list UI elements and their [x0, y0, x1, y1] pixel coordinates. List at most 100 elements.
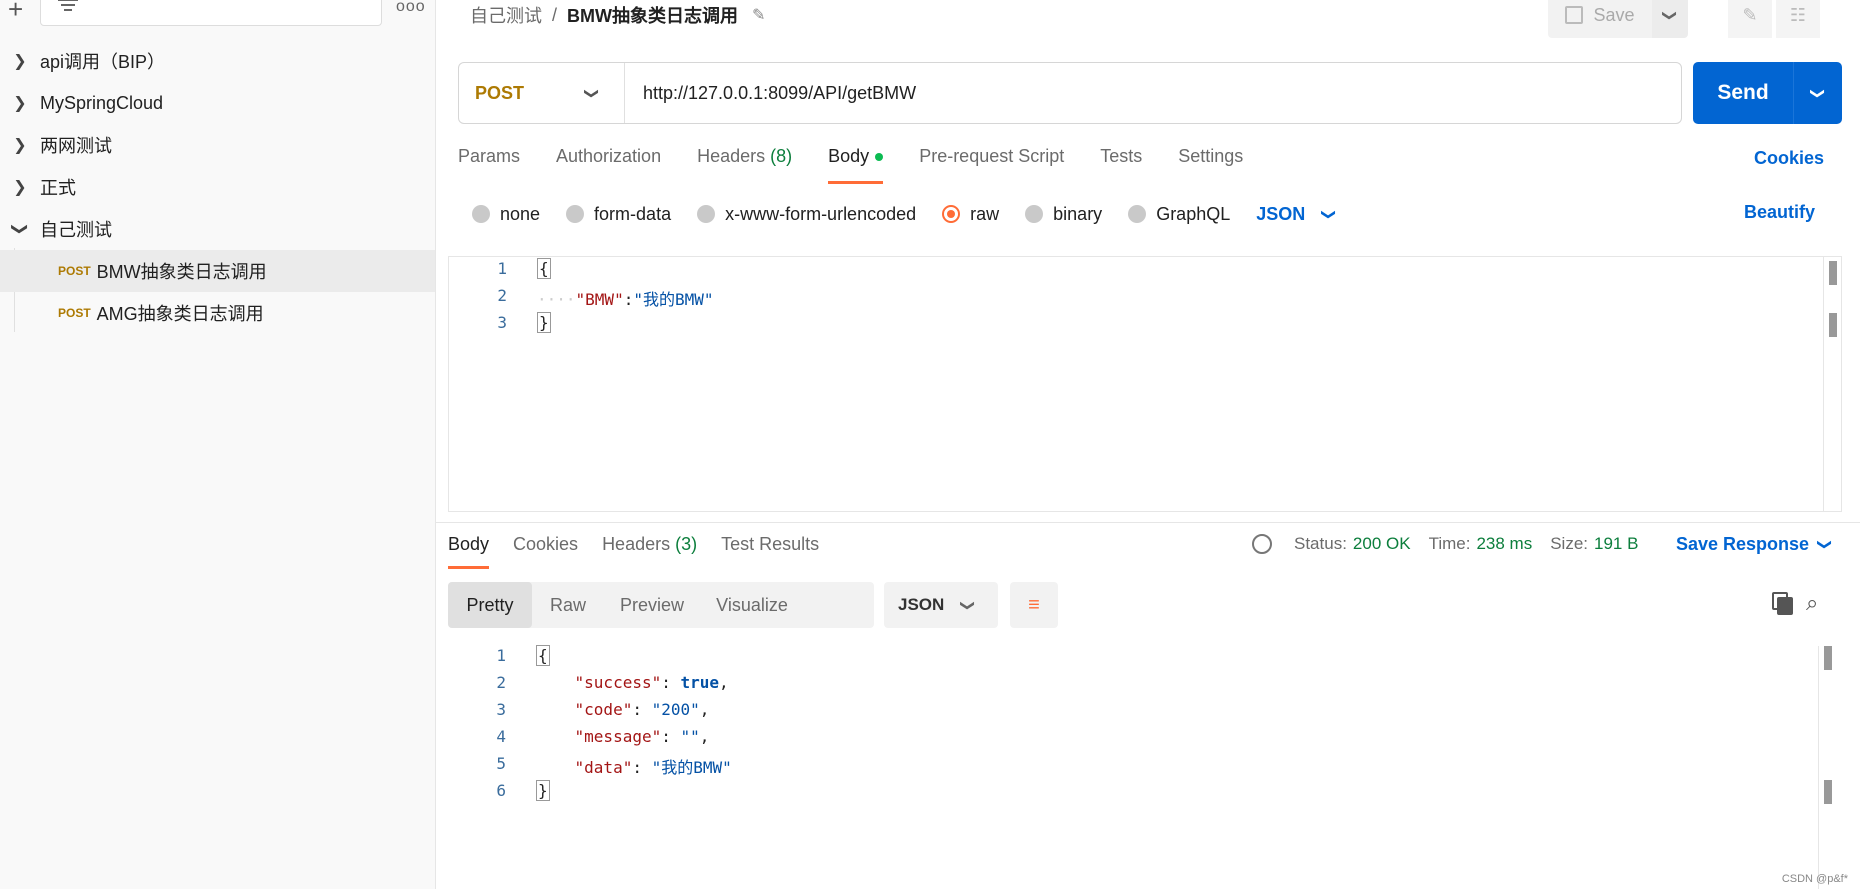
cookies-link[interactable]: Cookies: [1754, 148, 1824, 169]
body-option-binary[interactable]: binary: [1025, 204, 1102, 225]
scrollbar-thumb[interactable]: [1824, 780, 1832, 804]
send-button[interactable]: Send: [1693, 62, 1793, 124]
chevron-down-icon: ❯: [1321, 208, 1338, 220]
option-label: raw: [970, 203, 1000, 224]
collection-item[interactable]: ❯ api调用（BIP）: [0, 40, 435, 82]
pane-divider[interactable]: [436, 522, 1860, 523]
method-select[interactable]: POST ❯: [459, 63, 625, 123]
scrollbar-thumb[interactable]: [1829, 261, 1837, 285]
tab-label: Body: [828, 146, 870, 166]
json-value: true: [680, 673, 720, 692]
chevron-right-icon[interactable]: ❯: [0, 135, 40, 155]
tab-authorization[interactable]: Authorization: [556, 146, 661, 186]
language-value: JSON: [1256, 203, 1306, 224]
save-label: Save: [1593, 4, 1635, 25]
breadcrumb-parent[interactable]: 自己测试: [470, 2, 542, 28]
comment-icon[interactable]: ☷: [1776, 0, 1820, 38]
request-body-editor[interactable]: 1 { 2 ····"BMW":"我的BMW" 3 }: [448, 256, 1842, 512]
request-item[interactable]: POST BMW抽象类日志调用: [0, 250, 435, 292]
tab-tests[interactable]: Tests: [1100, 146, 1142, 186]
filter-icon[interactable]: [58, 0, 78, 14]
body-option-raw[interactable]: raw: [942, 204, 999, 225]
body-language-select[interactable]: JSON ❯: [1256, 203, 1338, 225]
new-collection-button[interactable]: +: [8, 0, 23, 25]
tab-body[interactable]: Body: [828, 146, 884, 186]
collection-label: 正式: [40, 178, 76, 198]
chevron-right-icon[interactable]: ❯: [0, 93, 40, 113]
response-tab-body[interactable]: Body: [448, 534, 490, 570]
more-options-icon[interactable]: ooo: [396, 0, 426, 16]
save-response-label: Save Response: [1676, 534, 1810, 554]
response-format-select[interactable]: JSON ❯: [884, 582, 998, 628]
globe-icon[interactable]: [1252, 534, 1272, 554]
body-option-urlencoded[interactable]: x-www-form-urlencoded: [697, 204, 916, 225]
save-icon: [1565, 6, 1584, 24]
time-value[interactable]: 238 ms: [1476, 534, 1532, 554]
view-pretty[interactable]: Pretty: [448, 582, 532, 628]
tab-headers[interactable]: Headers (8): [697, 146, 792, 186]
beautify-button[interactable]: Beautify: [1744, 202, 1815, 223]
tab-prerequest-script[interactable]: Pre-request Script: [919, 146, 1064, 186]
chevron-right-icon[interactable]: ❯: [0, 51, 40, 71]
brace: {: [537, 258, 551, 279]
request-item[interactable]: POST AMG抽象类日志调用: [0, 292, 435, 334]
url-bar: POST ❯ http://127.0.0.1:8099/API/getBMW: [458, 62, 1682, 124]
json-key: "code": [574, 700, 633, 719]
collection-item[interactable]: ❯ 正式: [0, 166, 435, 208]
collection-label: MySpringCloud: [40, 92, 164, 113]
watermark: CSDN @p&f*: [1781, 873, 1848, 885]
tab-params[interactable]: Params: [458, 146, 520, 186]
brace: }: [537, 312, 551, 333]
save-button[interactable]: Save: [1548, 0, 1652, 38]
collection-item[interactable]: ❯ 两网测试: [0, 124, 435, 166]
radio-icon: [1128, 205, 1147, 223]
option-label: binary: [1053, 203, 1103, 224]
response-tab-test-results[interactable]: Test Results: [721, 534, 819, 570]
body-option-graphql[interactable]: GraphQL: [1128, 204, 1230, 225]
pencil-icon[interactable]: ✎: [1728, 0, 1772, 38]
copy-icon[interactable]: [1772, 592, 1794, 616]
body-option-form-data[interactable]: form-data: [566, 204, 671, 225]
chevron-down-icon: ❯: [584, 87, 601, 99]
response-body-viewer[interactable]: 1 { 2 "success": true, 3 "code": "200", …: [448, 645, 1842, 889]
collection-item[interactable]: ❯ MySpringCloud: [0, 82, 435, 124]
response-tab-headers[interactable]: Headers (3): [602, 534, 697, 570]
json-value: "": [680, 727, 700, 746]
size-label: Size:: [1550, 534, 1588, 553]
sidebar-toolbar: + ooo: [0, 0, 435, 30]
line-number: 3: [496, 700, 506, 719]
send-dropdown-button[interactable]: ❯: [1793, 62, 1842, 124]
response-tabs: Body Cookies Headers (3) Test Results: [448, 534, 843, 574]
chevron-down-icon[interactable]: ❯: [10, 209, 30, 249]
tab-settings[interactable]: Settings: [1178, 146, 1243, 186]
chevron-down-icon: ❯: [1662, 9, 1679, 21]
search-icon[interactable]: ⌕: [1806, 590, 1818, 616]
view-raw[interactable]: Raw: [532, 582, 604, 628]
headers-count: (8): [770, 146, 793, 166]
view-preview[interactable]: Preview: [604, 582, 700, 628]
headers-count: (3): [675, 534, 698, 554]
request-label: BMW抽象类日志调用: [96, 262, 267, 282]
status-label: Status:: [1294, 534, 1347, 553]
json-value: "200": [651, 700, 700, 719]
code-line: 2 ····"BMW":"我的BMW": [449, 286, 713, 313]
time-label: Time:: [1428, 534, 1471, 553]
wrap-lines-icon[interactable]: ≡: [1010, 582, 1058, 628]
body-option-none[interactable]: none: [472, 204, 540, 225]
response-tab-cookies[interactable]: Cookies: [513, 534, 578, 570]
scrollbar-thumb[interactable]: [1829, 313, 1837, 337]
save-dropdown-button[interactable]: ❯: [1652, 0, 1688, 38]
view-visualize[interactable]: Visualize: [700, 582, 804, 628]
size-value[interactable]: 191 B: [1594, 534, 1638, 554]
line-number: 4: [496, 727, 506, 746]
scrollbar-thumb[interactable]: [1824, 646, 1832, 670]
collection-item[interactable]: ❯ 自己测试: [0, 208, 435, 250]
edit-icon[interactable]: ✎: [752, 5, 765, 25]
status-value[interactable]: 200 OK: [1353, 534, 1411, 554]
url-input[interactable]: http://127.0.0.1:8099/API/getBMW: [625, 83, 916, 104]
search-input[interactable]: [40, 0, 382, 26]
request-title[interactable]: BMW抽象类日志调用: [567, 2, 738, 28]
save-response-button[interactable]: Save Response ❯: [1676, 534, 1833, 555]
chevron-right-icon[interactable]: ❯: [0, 177, 40, 197]
json-key: "message": [574, 727, 662, 746]
